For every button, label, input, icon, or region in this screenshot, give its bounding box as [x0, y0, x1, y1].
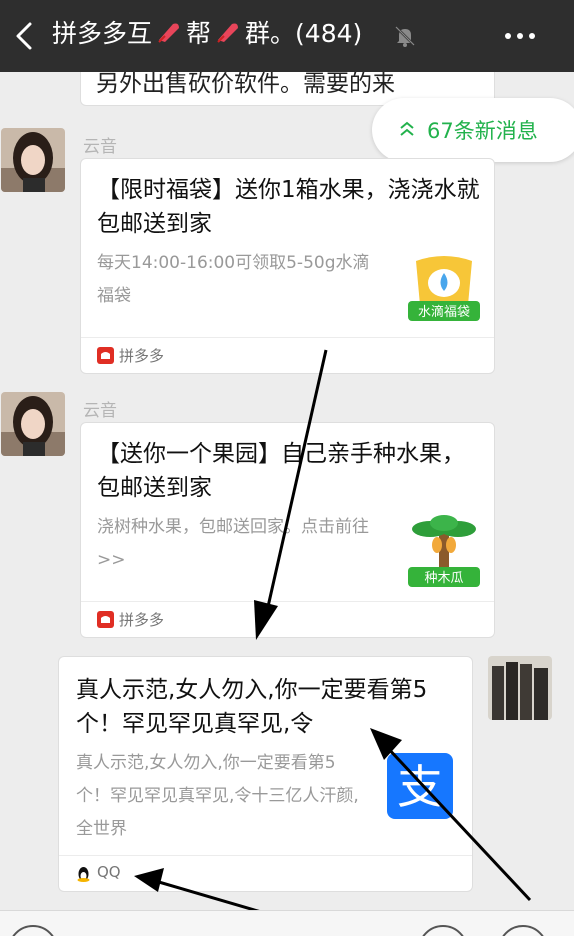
sender-name: 云音 [83, 401, 117, 421]
chevron-left-icon[interactable] [10, 18, 40, 54]
avatar-photo [488, 656, 552, 720]
card-thumbnail-label: 水滴福袋 [418, 304, 470, 320]
title-part-2: 帮 [186, 19, 212, 48]
title-part-1: 拼多多互 [52, 19, 153, 48]
card-source: 拼多多 [119, 611, 165, 629]
chat-header: 拼多多互 帮 群。(484) [0, 0, 574, 72]
avatar[interactable] [1, 392, 65, 456]
pinduoduo-icon [97, 347, 114, 364]
chat-area[interactable]: 另外出售砍价软件。需要的来 67条新消息 云音 【限时福袋】送你1箱水果，浇浇水… [0, 72, 574, 910]
own-avatar[interactable] [488, 656, 552, 720]
more-dots-icon[interactable] [500, 22, 540, 50]
avatar-photo [1, 392, 65, 456]
card-thumbnail: 种木瓜 [406, 513, 482, 589]
umbrella-emoji-icon [158, 23, 180, 43]
new-messages-button[interactable]: 67条新消息 [372, 98, 574, 162]
card-title: 【限时福袋】送你1箱水果，浇浇水就包邮送到家 [97, 177, 480, 237]
card-thumbnail: 支 [387, 753, 453, 819]
card-description: 每天14:00-16:00可领取5-50g水滴福袋 [97, 253, 370, 306]
voice-button[interactable] [8, 925, 58, 936]
card-footer: 拼多多 [81, 601, 494, 637]
card-title: 真人示范,女人勿入,你一定要看第5个！罕见罕见真罕见,令 [76, 677, 428, 737]
new-messages-label: 67条新消息 [427, 119, 538, 143]
sender-name: 云音 [83, 137, 117, 157]
add-button[interactable] [498, 925, 548, 936]
title-part-3: 群。(484) [245, 19, 363, 48]
link-card-bubble[interactable]: 【送你一个果园】自己亲手种水果，包邮送到家 浇树种水果，包邮送回家。点击前往>>… [80, 422, 495, 638]
input-bar [0, 910, 574, 936]
card-footer: 拼多多 [81, 337, 494, 373]
double-chevron-up-icon [400, 121, 414, 136]
chat-title: 拼多多互 帮 群。(484) [52, 16, 362, 52]
card-title: 【送你一个果园】自己亲手种水果，包邮送到家 [97, 441, 465, 501]
papaya-tree-thumbnail-icon: 种木瓜 [408, 515, 480, 587]
bell-muted-icon [395, 26, 415, 47]
alipay-icon: 支 [387, 753, 453, 819]
link-card-bubble[interactable]: 【限时福袋】送你1箱水果，浇浇水就包邮送到家 每天14:00-16:00可领取5… [80, 158, 495, 374]
pinduoduo-icon [97, 611, 114, 628]
avatar[interactable] [1, 128, 65, 192]
avatar-photo [1, 128, 65, 192]
qq-penguin-icon [77, 867, 90, 882]
card-description: 真人示范,女人勿入,你一定要看第5个！罕见罕见真罕见,令十三亿人汗颜,全世界 [76, 753, 359, 839]
card-source: 拼多多 [119, 347, 165, 365]
card-footer: QQ [59, 855, 472, 891]
card-source: QQ [97, 863, 121, 881]
umbrella-emoji-icon [217, 23, 239, 43]
card-description: 浇树种水果，包邮送回家。点击前往>> [97, 517, 369, 570]
previous-message-text: 另外出售砍价软件。需要的来 [96, 72, 395, 97]
link-card-bubble[interactable]: 真人示范,女人勿入,你一定要看第5个！罕见罕见真罕见,令 真人示范,女人勿入,你… [58, 656, 473, 892]
card-thumbnail: 水滴福袋 [406, 249, 482, 325]
water-bag-thumbnail-icon: 水滴福袋 [408, 256, 480, 321]
card-thumbnail-label: 种木瓜 [424, 571, 463, 586]
emoji-button[interactable] [418, 925, 468, 936]
svg-text:支: 支 [397, 760, 443, 814]
